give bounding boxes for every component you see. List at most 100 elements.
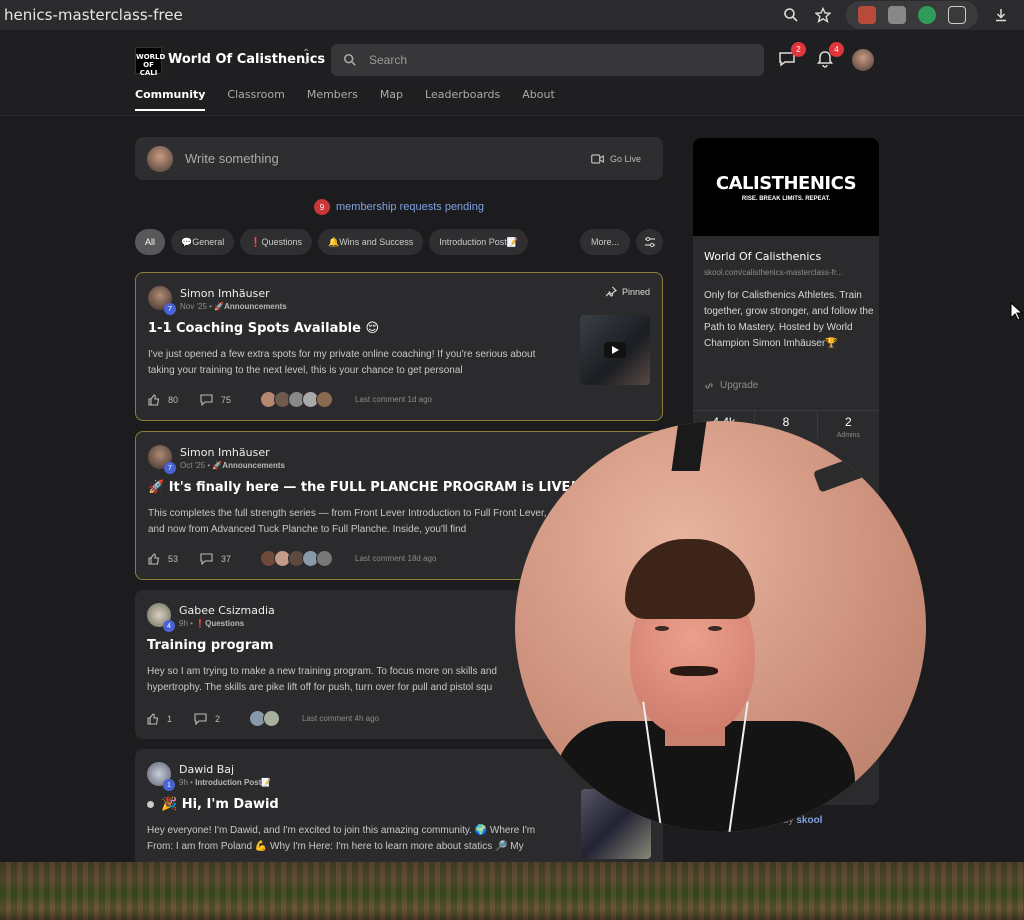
- like-icon[interactable]: [148, 393, 160, 406]
- search-input[interactable]: Search: [331, 44, 764, 76]
- last-comment: Last comment 1d ago: [355, 395, 432, 404]
- background-object: [671, 421, 707, 471]
- grammarly-icon[interactable]: [918, 6, 936, 24]
- level-badge: 1: [163, 779, 175, 791]
- go-live-button[interactable]: Go Live: [591, 154, 663, 164]
- presenter-eye: [708, 626, 722, 631]
- post-date: Nov '25: [180, 302, 207, 311]
- like-count: 1: [167, 713, 173, 724]
- upgrade-link[interactable]: Upgrade: [704, 380, 758, 391]
- post-body: Hey so I am trying to make a new trainin…: [147, 666, 497, 693]
- post-author[interactable]: Simon Imhäuser: [180, 287, 270, 300]
- filter-general[interactable]: 💬General: [171, 229, 235, 255]
- like-icon[interactable]: [148, 552, 160, 565]
- comment-icon[interactable]: [194, 712, 207, 725]
- post-author[interactable]: Gabee Csizmadia: [179, 604, 275, 617]
- go-live-label: Go Live: [609, 153, 641, 164]
- video-camera-icon: [591, 153, 604, 164]
- commenter-avatars[interactable]: [260, 550, 334, 567]
- more-filters-button[interactable]: More...: [580, 229, 630, 255]
- post-author[interactable]: Simon Imhäuser: [180, 446, 270, 459]
- post-title[interactable]: Training program: [147, 638, 274, 653]
- post-category[interactable]: 🚀Announcements: [212, 461, 285, 470]
- post-body: I've just opened a few extra spots for m…: [148, 349, 536, 376]
- post-category[interactable]: ❗Questions: [195, 619, 244, 628]
- browser-toolbar: henics-masterclass-free: [0, 0, 1024, 30]
- post-date: Oct '25: [180, 461, 206, 470]
- pending-count: 9: [314, 199, 330, 215]
- post-stats: 80 75 Last comment 1d ago: [148, 391, 432, 408]
- like-count: 80: [168, 394, 179, 405]
- bookmark-star-icon[interactable]: [814, 6, 832, 24]
- last-comment: Last comment 4h ago: [302, 714, 379, 723]
- tab-about[interactable]: About: [522, 88, 555, 111]
- tab-community[interactable]: Community: [135, 88, 206, 111]
- extension-icon[interactable]: [888, 6, 906, 24]
- user-avatar[interactable]: [852, 49, 874, 71]
- zoom-icon[interactable]: [782, 6, 800, 24]
- bell-icon[interactable]: 4: [816, 42, 844, 70]
- post-date: 9h: [179, 778, 188, 787]
- post-card[interactable]: 7 Simon Imhäuser Nov '25 • 🚀Announcement…: [135, 272, 663, 421]
- stat-admins[interactable]: 2 Admins: [818, 411, 879, 439]
- mouse-cursor-icon: [1010, 302, 1024, 321]
- composer-placeholder[interactable]: Write something: [185, 151, 591, 166]
- chat-icon[interactable]: 2: [778, 42, 806, 70]
- tab-classroom[interactable]: Classroom: [227, 88, 284, 111]
- commenter-avatars[interactable]: [260, 391, 334, 408]
- post-category[interactable]: Introduction Post📝: [195, 778, 271, 787]
- post-video-thumbnail[interactable]: [580, 315, 650, 385]
- like-icon[interactable]: [147, 712, 159, 725]
- filter-introduction[interactable]: Introduction Post📝: [429, 229, 528, 255]
- comment-count: 2: [215, 713, 221, 724]
- level-badge: 4: [163, 620, 175, 632]
- post-title[interactable]: 🎉 Hi, I'm Dawid: [147, 797, 279, 812]
- tab-map[interactable]: Map: [380, 88, 403, 111]
- commenter-avatars[interactable]: [249, 710, 281, 727]
- extension-icon[interactable]: [858, 6, 876, 24]
- search-icon: [343, 53, 356, 66]
- upgrade-label: Upgrade: [720, 380, 759, 391]
- level-badge: 7: [164, 303, 176, 315]
- comment-icon[interactable]: [200, 393, 213, 406]
- puzzle-icon[interactable]: [948, 6, 966, 24]
- composer-avatar: [147, 145, 173, 172]
- address-bar[interactable]: henics-masterclass-free: [0, 6, 782, 24]
- post-category[interactable]: 🚀Announcements: [214, 302, 287, 311]
- sidebar-group-name: World Of Calisthenics: [704, 250, 822, 263]
- stat-label: Admins: [836, 432, 860, 439]
- post-meta: 9h • ❗Questions: [179, 619, 245, 628]
- download-icon[interactable]: [992, 6, 1010, 24]
- webcam-overlay: [515, 421, 926, 832]
- pending-requests-link[interactable]: 9 membership requests pending: [314, 199, 484, 215]
- filter-questions[interactable]: ❗Questions: [240, 229, 312, 255]
- comment-icon[interactable]: [200, 552, 213, 565]
- switch-group-icon[interactable]: ⌃ ⌄: [302, 49, 310, 67]
- tab-members[interactable]: Members: [307, 88, 358, 111]
- category-filters: All 💬General ❗Questions 🔔Wins and Succes…: [135, 229, 528, 255]
- banner-title: CALISTHENICS: [715, 172, 857, 194]
- tab-leaderboards[interactable]: Leaderboards: [425, 88, 500, 111]
- presenter-mustache: [670, 666, 718, 676]
- post-title[interactable]: 🚀 It's finally here — the FULL PLANCHE P…: [148, 480, 576, 495]
- post-body: This completes the full strength series …: [148, 508, 547, 535]
- like-count: 53: [168, 553, 179, 564]
- post-author[interactable]: Dawid Baj: [179, 763, 234, 776]
- post-composer[interactable]: Write something Go Live: [135, 137, 663, 180]
- unread-dot: [147, 801, 154, 808]
- filter-wins[interactable]: 🔔Wins and Success: [317, 229, 424, 255]
- level-badge: 7: [164, 462, 176, 474]
- sliders-icon: [644, 236, 655, 248]
- pinned-label: Pinned: [621, 286, 650, 297]
- comment-count: 75: [221, 394, 232, 405]
- link-icon: [705, 382, 713, 389]
- filter-settings-button[interactable]: [636, 229, 663, 255]
- sidebar-group-url[interactable]: skool.com/calisthenics-masterclass-fr...: [704, 268, 874, 277]
- post-title-text: 🎉 Hi, I'm Dawid: [161, 797, 279, 812]
- post-title[interactable]: 1-1 Coaching Spots Available 😌: [148, 321, 379, 336]
- group-logo[interactable]: WORLD OF CALI: [135, 47, 165, 77]
- post-date: 9h: [179, 619, 188, 628]
- desktop-wallpaper: [0, 862, 1024, 920]
- filter-all[interactable]: All: [135, 229, 166, 255]
- last-comment: Last comment 18d ago: [355, 554, 437, 563]
